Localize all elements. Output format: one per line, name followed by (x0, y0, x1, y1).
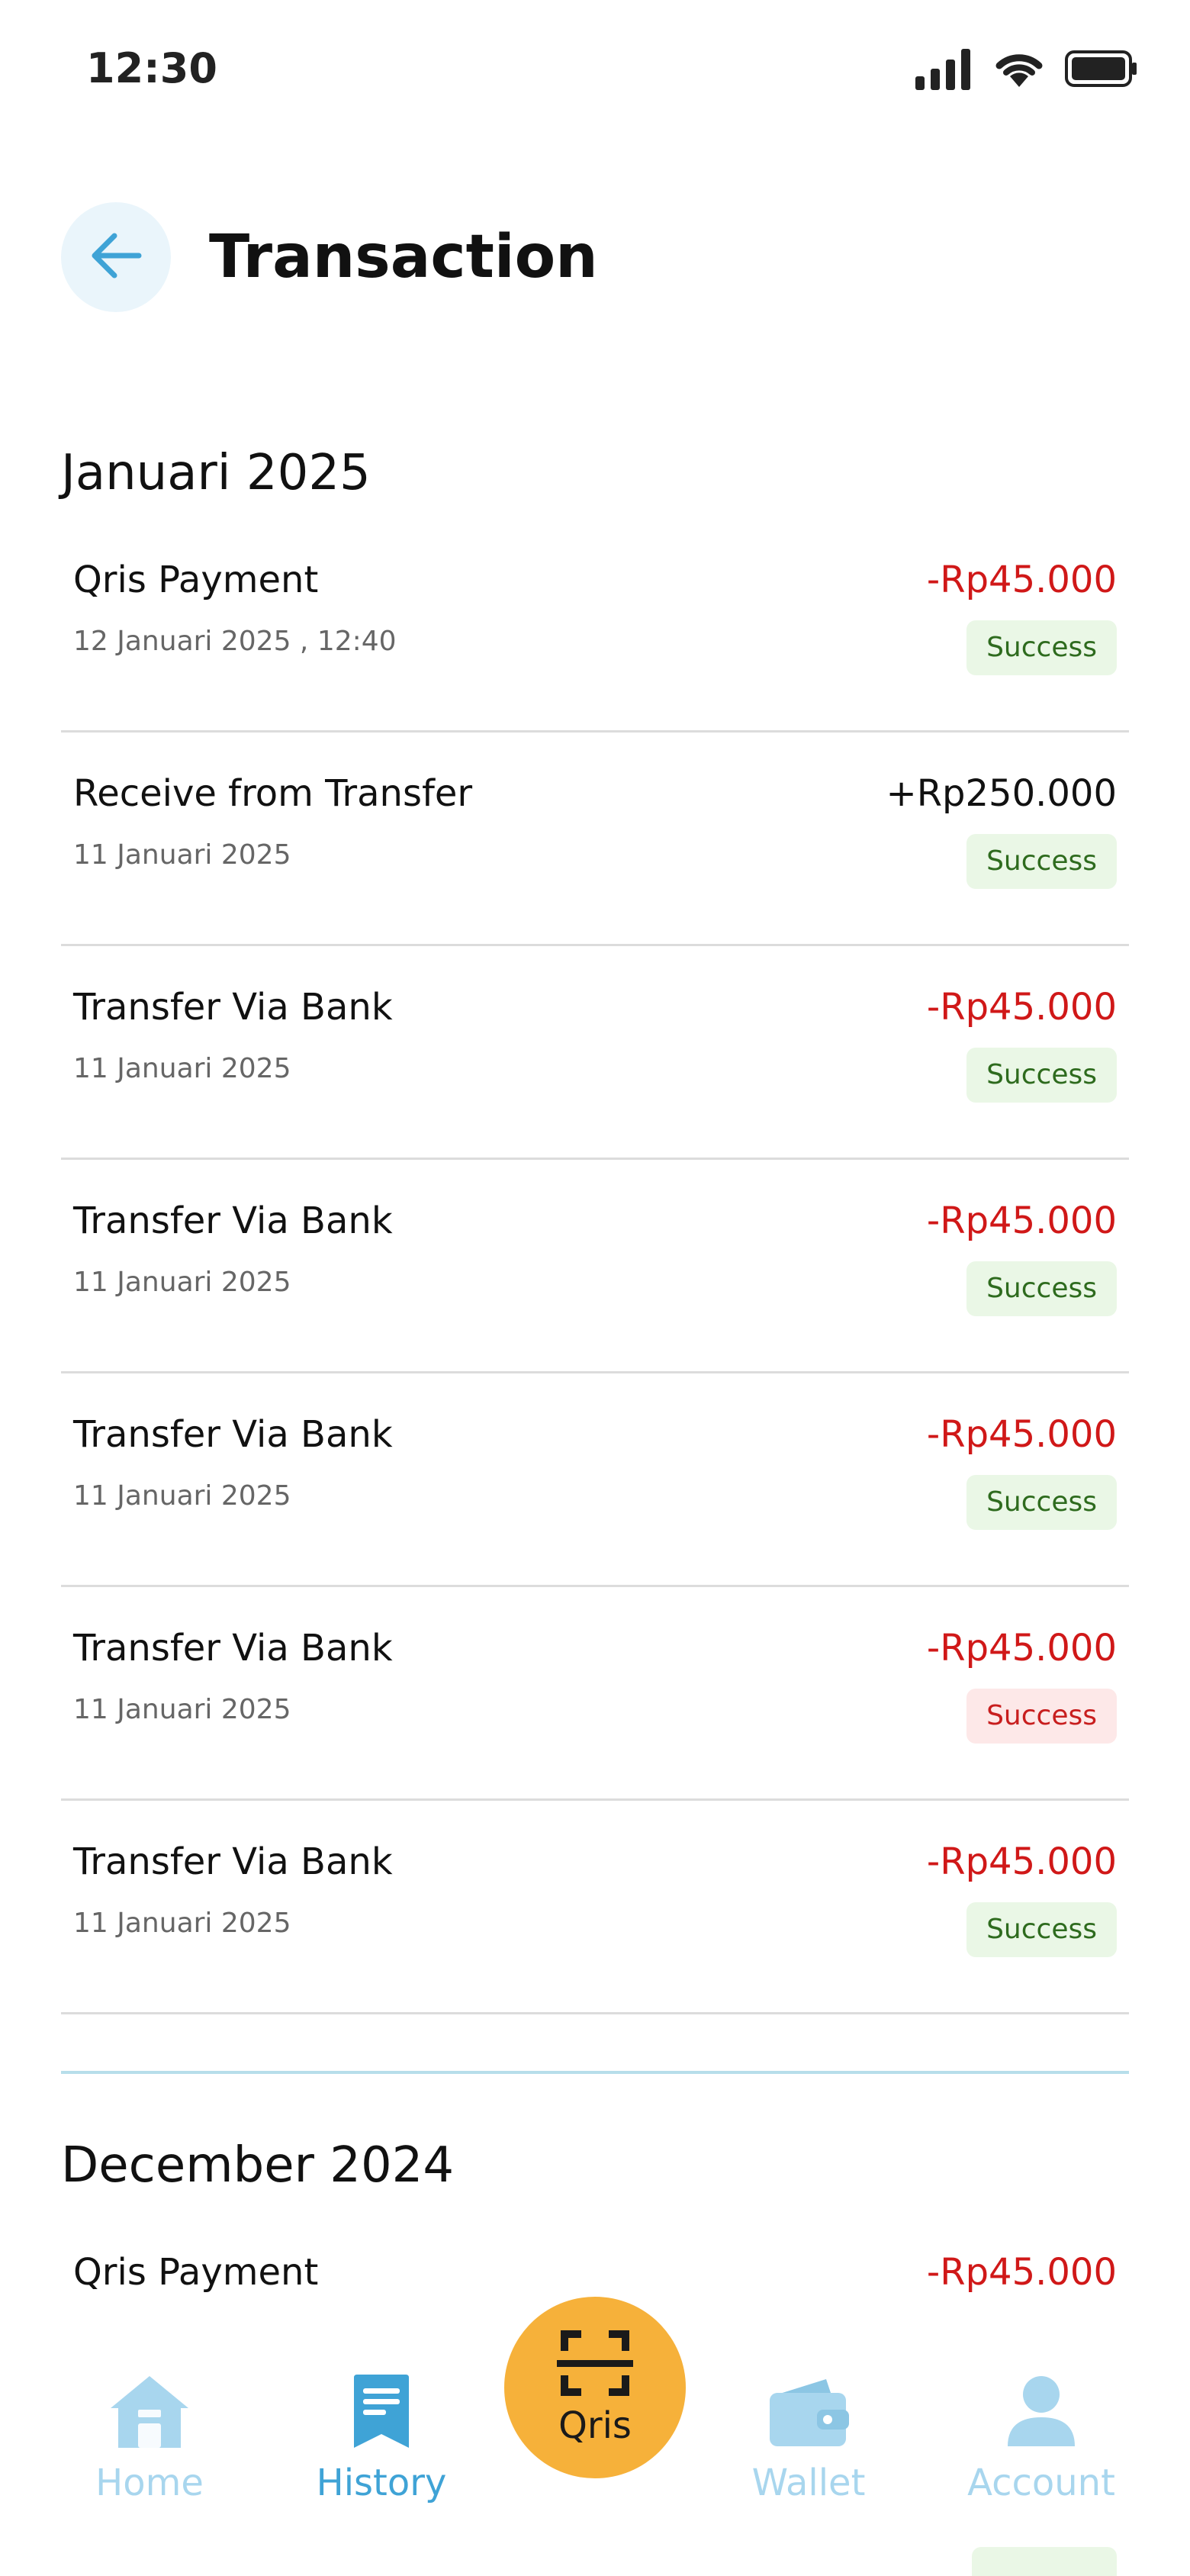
nav-home[interactable]: Home (66, 2373, 233, 2504)
status-time: 12:30 (86, 44, 217, 92)
nav-account[interactable]: Account (957, 2373, 1125, 2504)
transaction-amount: -Rp45.000 (926, 1199, 1117, 1242)
transaction-name: Qris Payment (73, 559, 319, 601)
transaction-row[interactable]: Qris Payment 12 Januari 2025 , 12:40 -Rp… (61, 519, 1129, 733)
wallet-icon (767, 2373, 851, 2452)
nav-history[interactable]: History (298, 2373, 465, 2504)
transaction-date: 11 Januari 2025 (73, 839, 291, 871)
status-badge: Success (966, 1048, 1117, 1103)
transaction-amount: -Rp45.000 (926, 986, 1117, 1029)
transaction-amount: +Rp250.000 (886, 772, 1117, 815)
status-badge: Success (966, 620, 1117, 675)
status-bar: 12:30 (0, 0, 1190, 145)
transaction-date: 12 Januari 2025 , 12:40 (73, 626, 397, 657)
month-title: Januari 2025 (61, 445, 371, 501)
transaction-amount: -Rp45.000 (926, 559, 1117, 601)
account-icon (1003, 2373, 1079, 2452)
nav-account-label: Account (967, 2462, 1115, 2504)
status-badge: Success (966, 1902, 1117, 1957)
month-title: December 2024 (61, 2137, 455, 2194)
scan-icon (557, 2328, 633, 2401)
transaction-name: Transfer Via Bank (73, 1413, 393, 1456)
bottom-nav: Home History Qris Wallet Account (0, 2297, 1190, 2576)
page-header: Transaction (61, 202, 598, 312)
transaction-date: 11 Januari 2025 (73, 1908, 291, 1939)
status-badge: Success (966, 1475, 1117, 1530)
status-badge: Success (966, 1689, 1117, 1744)
transaction-date: 11 Januari 2025 (73, 1053, 291, 1084)
transaction-amount: -Rp45.000 (926, 2251, 1117, 2294)
transaction-amount: -Rp45.000 (926, 1840, 1117, 1883)
history-icon (351, 2373, 412, 2452)
transaction-amount: -Rp45.000 (926, 1627, 1117, 1670)
nav-wallet-label: Wallet (751, 2462, 866, 2504)
transaction-list: Januari 2025 Qris Payment 12 Januari 202… (61, 427, 1129, 2425)
section-divider (61, 2014, 1129, 2074)
transaction-row[interactable]: Receive from Transfer 11 Januari 2025 +R… (61, 733, 1129, 946)
arrow-left-icon (88, 231, 143, 283)
transaction-date: 11 Januari 2025 (73, 1267, 291, 1298)
transaction-name: Transfer Via Bank (73, 1199, 393, 1242)
wifi-icon (993, 49, 1045, 92)
transaction-date: 11 Januari 2025 (73, 1694, 291, 1725)
nav-home-label: Home (95, 2462, 204, 2504)
status-badge: Success (966, 1261, 1117, 1316)
transaction-name: Transfer Via Bank (73, 986, 393, 1029)
transaction-row[interactable]: Transfer Via Bank 11 Januari 2025 -Rp45.… (61, 1373, 1129, 1587)
qris-button[interactable]: Qris (504, 2297, 686, 2478)
transaction-row[interactable]: Transfer Via Bank 11 Januari 2025 -Rp45.… (61, 946, 1129, 1160)
home-icon (108, 2373, 191, 2452)
transaction-name: Qris Payment (73, 2251, 319, 2294)
transaction-name: Receive from Transfer (73, 772, 473, 815)
signal-icon (915, 47, 973, 93)
back-button[interactable] (61, 202, 171, 312)
transaction-row[interactable]: Transfer Via Bank 11 Januari 2025 -Rp45.… (61, 1587, 1129, 1801)
transaction-name: Transfer Via Bank (73, 1840, 393, 1883)
transaction-amount: -Rp45.000 (926, 1413, 1117, 1456)
transaction-name: Transfer Via Bank (73, 1627, 393, 1670)
nav-history-label: History (316, 2462, 447, 2504)
page-title: Transaction (209, 223, 598, 291)
transaction-row[interactable]: Transfer Via Bank 11 Januari 2025 -Rp45.… (61, 1801, 1129, 2014)
qris-label: Qris (558, 2404, 632, 2447)
battery-icon (1065, 49, 1138, 92)
transaction-row[interactable]: Transfer Via Bank 11 Januari 2025 -Rp45.… (61, 1160, 1129, 1373)
status-badge-cropped (972, 2547, 1117, 2576)
status-icons (915, 47, 1138, 93)
nav-wallet[interactable]: Wallet (725, 2373, 892, 2504)
status-badge: Success (966, 834, 1117, 889)
transaction-date: 11 Januari 2025 (73, 1480, 291, 1512)
